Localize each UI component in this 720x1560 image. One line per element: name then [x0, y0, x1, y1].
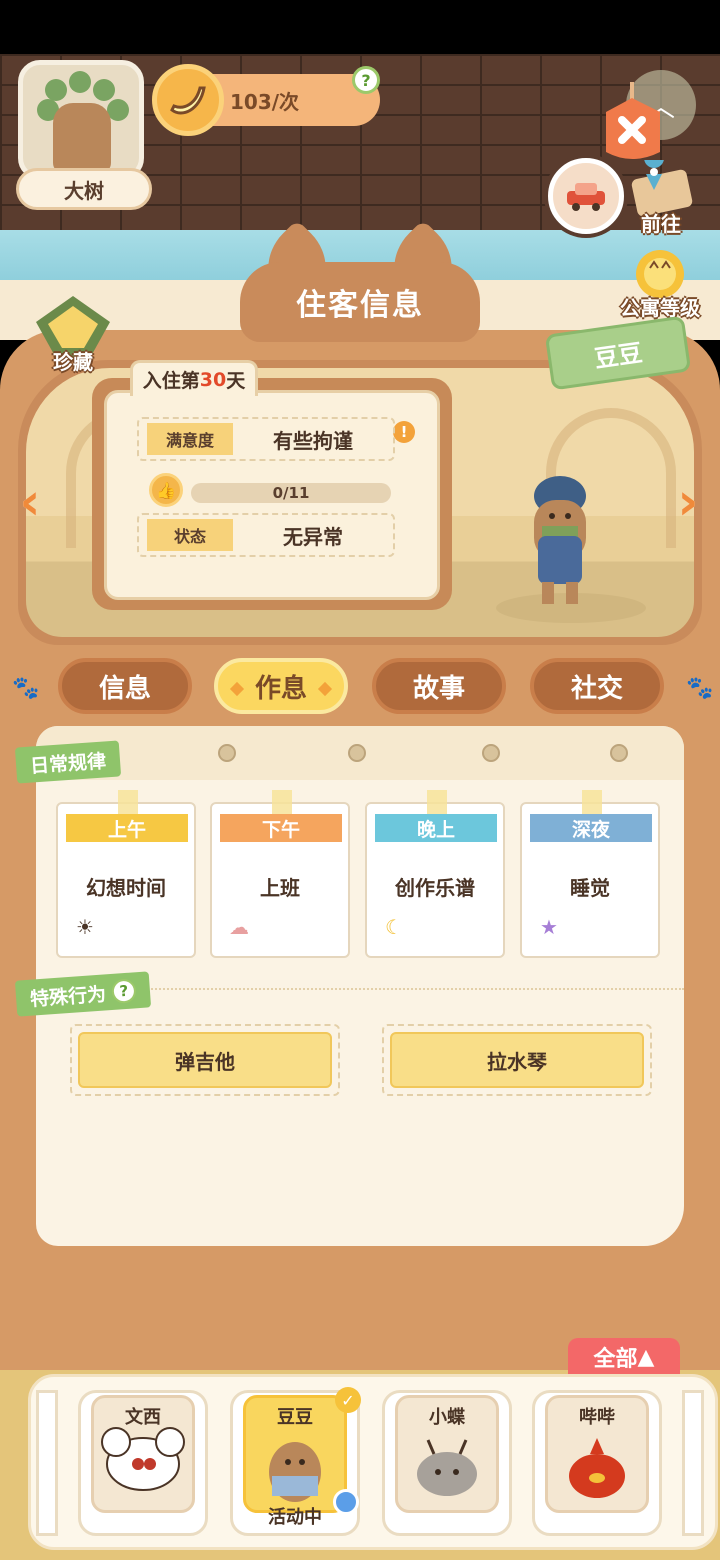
star-icon: ★ [540, 915, 558, 939]
resident-card[interactable]: 哔哔 [532, 1390, 662, 1536]
schedule-activity: 上班 [260, 876, 300, 900]
banana-help-icon[interactable]: ? [352, 66, 380, 94]
special-help-icon[interactable]: ? [111, 978, 137, 1004]
resident-card[interactable]: 文西 [78, 1390, 208, 1536]
paw-icon: 🐾 [686, 676, 714, 701]
resident-card[interactable]: 小蝶 [382, 1390, 512, 1536]
daily-routine-ribbon: 日常规律 [14, 740, 122, 784]
satisfaction-progress: 0/11 [191, 483, 391, 503]
roster-edge-card [682, 1390, 704, 1536]
resident-card-selected[interactable]: 豆豆 活动中 ✓ [230, 1387, 361, 1536]
special-behavior-label: 弹吉他 [78, 1032, 332, 1088]
car-icon[interactable] [548, 158, 624, 234]
resident-name: 小蝶 [429, 1407, 465, 1428]
top-band [0, 0, 720, 54]
schedule-card-afternoon: 下午 上班 ☁ [210, 790, 350, 958]
schedule-card-evening: 晚上 创作乐谱 ☾ [365, 790, 505, 958]
special-behavior-item[interactable]: 拉水琴 [382, 1024, 652, 1096]
filter-all-button[interactable]: 全部 ▲ [568, 1338, 680, 1376]
tab-story[interactable]: 故事 [372, 658, 506, 714]
schedule-card-night: 深夜 睡觉 ★ [520, 790, 660, 958]
special-behavior-title: 特殊行为 [29, 982, 107, 1011]
resident-name: 哔哔 [579, 1407, 615, 1428]
info-card-frame: ! 满意度 有些拘谨 👍 0/11 状态 无异常 [92, 378, 452, 610]
banana-rate-text: 103/次 [230, 89, 300, 114]
tab-info[interactable]: 信息 [58, 658, 192, 714]
schedule-period: 晚上 [375, 814, 497, 842]
info-card: ! 满意度 有些拘谨 👍 0/11 状态 无异常 [104, 390, 440, 600]
roster-edge-card [36, 1390, 58, 1536]
go-label[interactable]: 前往 [624, 208, 698, 237]
next-resident-button[interactable]: › [664, 470, 712, 534]
moon-icon: ☾ [385, 915, 403, 939]
satisfaction-label: 满意度 [147, 423, 233, 455]
tab-social[interactable]: 社交 [530, 658, 664, 714]
stay-days: 30 [199, 368, 227, 391]
thumbs-up-icon: 👍 [149, 473, 183, 507]
triangle-up-icon: ▲ [637, 1344, 655, 1370]
apartment-level-label[interactable]: 公寓等级 [612, 292, 708, 321]
active-indicator-icon [333, 1489, 359, 1515]
tab-routine[interactable]: 作息 [214, 658, 348, 714]
close-tag-button[interactable] [598, 82, 668, 160]
special-behavior-label: 拉水琴 [390, 1032, 644, 1088]
schedule-period: 上午 [66, 814, 188, 842]
status-label: 状态 [147, 519, 233, 551]
status-value: 无异常 [283, 524, 343, 549]
stay-suffix: 天 [226, 370, 246, 392]
alert-icon[interactable]: ! [393, 421, 415, 443]
resident-name: 豆豆 [592, 338, 645, 373]
title-plate: 住客信息 [240, 219, 480, 342]
tree-avatar[interactable] [18, 60, 144, 180]
check-icon: ✓ [335, 1387, 361, 1413]
satisfaction-value: 有些拘谨 [273, 428, 353, 453]
daily-routine-title: 日常规律 [29, 749, 107, 778]
tree-label: 大树 [16, 168, 152, 210]
schedule-card-morning: 上午 幻想时间 ☀ [56, 790, 196, 958]
schedule-period: 深夜 [530, 814, 652, 842]
stay-prefix: 入住第 [142, 370, 200, 392]
schedule-period: 下午 [220, 814, 342, 842]
filter-all-label: 全部 [593, 1347, 638, 1372]
schedule-activity: 睡觉 [570, 876, 610, 900]
sun-icon: ☀ [76, 915, 94, 939]
paw-icon: 🐾 [12, 676, 40, 701]
treasure-label[interactable]: 珍藏 [36, 346, 110, 375]
panel-title: 住客信息 [240, 262, 480, 342]
banana-icon [152, 64, 224, 136]
schedule-activity: 幻想时间 [86, 876, 166, 900]
cloud-icon: ☁ [229, 915, 249, 939]
stay-days-tab: 入住第 30 天 [130, 360, 258, 396]
resident-character[interactable] [520, 470, 600, 610]
schedule-activity: 创作乐谱 [395, 876, 475, 900]
resident-name: 文西 [125, 1407, 161, 1428]
satisfaction-row: 满意度 有些拘谨 [137, 417, 395, 461]
special-behavior-item[interactable]: 弹吉他 [70, 1024, 340, 1096]
prev-resident-button[interactable]: ‹ [6, 470, 54, 534]
status-row: 状态 无异常 [137, 513, 395, 557]
